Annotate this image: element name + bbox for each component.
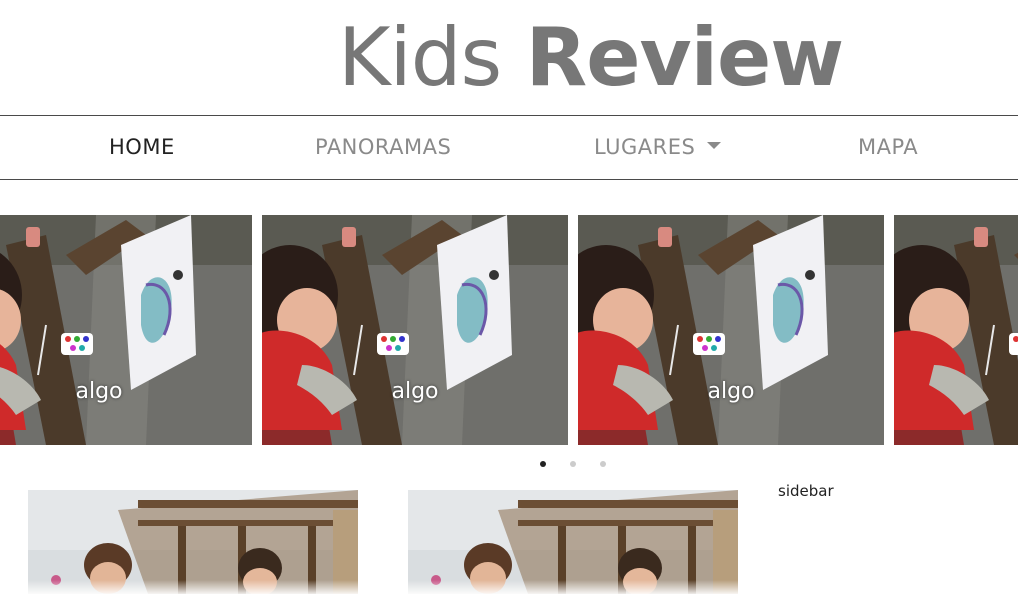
carousel-indicator-1[interactable]	[540, 461, 546, 467]
brand-light-text: Kids	[338, 11, 502, 104]
slide-caption: algo	[707, 379, 755, 404]
nav-mapa[interactable]: MAPA	[858, 116, 918, 179]
child-painting-photo	[894, 215, 1018, 445]
child-painting-photo	[578, 215, 884, 445]
post-card-image[interactable]	[28, 490, 358, 594]
nav-lugares-dropdown[interactable]: LUGARES	[594, 116, 722, 179]
slide-caption: algo	[391, 379, 439, 404]
carousel-slide[interactable]: algo	[894, 215, 1018, 445]
kids-playground-photo	[408, 490, 738, 594]
image-carousel[interactable]: algo algo algo algo	[0, 215, 1018, 445]
carousel-slide[interactable]: algo	[262, 215, 568, 445]
main-navbar: HOME PANORAMAS LUGARES MAPA	[0, 115, 1018, 180]
post-card-image[interactable]	[408, 490, 738, 594]
kids-playground-photo	[28, 490, 358, 594]
nav-home[interactable]: HOME	[109, 116, 175, 179]
carousel-slide[interactable]: algo	[0, 215, 252, 445]
child-painting-photo	[262, 215, 568, 445]
caret-down-icon	[707, 141, 722, 149]
carousel-indicator-2[interactable]	[570, 461, 576, 467]
bottom-fade	[0, 580, 1018, 594]
carousel-slide[interactable]: algo	[578, 215, 884, 445]
carousel-indicator-3[interactable]	[600, 461, 606, 467]
carousel-indicators	[0, 461, 1018, 469]
slide-caption: algo	[894, 379, 1018, 404]
nav-lugares-label: LUGARES	[594, 135, 696, 159]
brand-bold-text: Review	[525, 11, 845, 104]
child-painting-photo	[0, 215, 252, 445]
site-logo[interactable]: Kids Review	[338, 8, 845, 108]
slide-caption: algo	[75, 379, 123, 404]
nav-panoramas[interactable]: PANORAMAS	[315, 116, 451, 179]
sidebar-heading: sidebar	[778, 482, 834, 500]
